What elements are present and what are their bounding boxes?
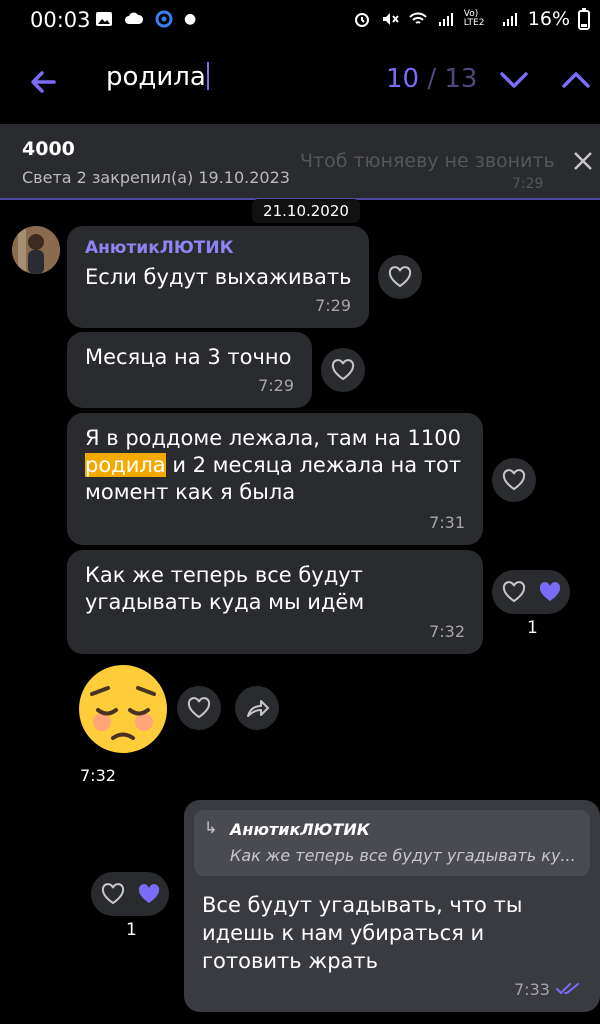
back-arrow-icon[interactable] xyxy=(24,62,64,102)
message-time: 7:32 xyxy=(429,622,465,641)
close-icon[interactable] xyxy=(570,148,596,174)
share-arrow-icon xyxy=(247,700,269,717)
message-text-line3: готовить жрать xyxy=(202,949,378,973)
message-text-line1: Как же теперь все будут xyxy=(85,563,363,587)
search-header: родила 10 / 13 xyxy=(0,40,600,124)
heart-icon xyxy=(187,697,211,719)
gallery-icon xyxy=(96,12,112,26)
message-text-line2: идешь к нам убираться и xyxy=(202,921,485,945)
message-text: Месяца на 3 точно xyxy=(85,345,292,369)
network-label: Vo) LTE2 xyxy=(463,9,485,28)
reaction-pill[interactable] xyxy=(91,872,169,916)
search-result-counter: 10 / 13 xyxy=(386,64,477,94)
reply-arrow-icon: ↳ xyxy=(204,818,218,837)
message-text-line2: угадывать куда мы идём xyxy=(85,590,365,614)
message-text-line2: родила и 2 месяца лежала на тот xyxy=(85,452,461,479)
search-separator: / xyxy=(427,64,437,94)
heart-icon xyxy=(388,266,412,288)
avatar[interactable] xyxy=(12,226,60,274)
message-text-line1: Все будут угадывать, что ты xyxy=(202,893,523,917)
double-check-icon xyxy=(556,983,579,995)
message-time: 7:29 xyxy=(258,376,294,395)
text-caret xyxy=(206,62,209,90)
message-text-rest: и 2 месяца лежала на тот xyxy=(165,453,462,477)
message-bubble[interactable]: Месяца на 3 точно 7:29 xyxy=(67,332,312,408)
reaction-pill[interactable] xyxy=(492,570,570,614)
search-total: 13 xyxy=(444,64,478,94)
like-button[interactable] xyxy=(321,348,365,392)
message-time: 7:31 xyxy=(429,513,465,532)
message-text: Если будут выхаживать xyxy=(85,265,352,289)
date-chip: 21.10.2020 xyxy=(252,199,360,223)
reply-quoted-text: Как же теперь все будут угадывать ку... xyxy=(230,846,576,865)
emoji-message-time: 7:32 xyxy=(80,766,116,785)
search-input[interactable]: родила xyxy=(106,62,209,92)
status-left-icons: ● xyxy=(94,9,196,29)
message-bubble[interactable]: АнютикЛЮТИК Если будут выхаживать 7:29 xyxy=(67,226,369,328)
signal-2-icon xyxy=(502,13,517,26)
pinned-subtitle: Света 2 закрепил(а) 19.10.2023 xyxy=(22,168,290,187)
forward-button[interactable] xyxy=(235,686,279,730)
pensive-face-emoji[interactable] xyxy=(78,664,168,754)
heart-icon xyxy=(502,581,526,603)
pinned-title: 4000 xyxy=(22,138,75,160)
search-query-text: родила xyxy=(106,62,206,92)
battery-icon xyxy=(578,8,590,30)
heart-icon xyxy=(502,469,526,491)
like-button[interactable] xyxy=(492,458,536,502)
search-current-index: 10 xyxy=(386,64,420,94)
reaction-count: 1 xyxy=(126,920,137,940)
status-bar: 00:03 ● Vo) LTE2 16% xyxy=(0,0,600,40)
dot-icon: ● xyxy=(184,11,197,27)
signal-icon xyxy=(438,13,453,26)
message-time: 7:29 xyxy=(315,296,351,315)
behind-message-time: 7:29 xyxy=(512,176,544,192)
message-bubble[interactable]: Я в роддоме лежала, там на 1100 родила и… xyxy=(67,413,483,545)
search-highlight: родила xyxy=(85,453,166,477)
at-sign-icon xyxy=(155,10,173,28)
outgoing-message-bubble[interactable]: ↳ АнютикЛЮТИК Как же теперь все будут уг… xyxy=(184,800,600,1012)
like-button[interactable] xyxy=(378,255,422,299)
heart-filled-icon xyxy=(138,884,160,903)
status-time: 00:03 xyxy=(30,8,91,32)
heart-icon xyxy=(331,359,355,381)
sender-name[interactable]: АнютикЛЮТИК xyxy=(85,238,234,258)
wifi-icon xyxy=(409,12,427,24)
message-text-line3: момент как я была xyxy=(85,480,296,504)
pinned-message-bar[interactable]: Чтоб тюняеву не звонить 4000 Света 2 зак… xyxy=(0,124,600,200)
battery-level: 16% xyxy=(527,8,570,30)
mute-icon xyxy=(382,13,399,25)
message-text-line1: Я в роддоме лежала, там на 1100 xyxy=(85,426,461,450)
alarm-icon xyxy=(354,13,369,27)
pinned-behind-text: Чтоб тюняеву не звонить xyxy=(300,150,555,172)
reaction-count: 1 xyxy=(527,618,538,638)
reply-quote[interactable]: ↳ АнютикЛЮТИК Как же теперь все будут уг… xyxy=(194,810,590,876)
message-bubble[interactable]: Как же теперь все будут угадывать куда м… xyxy=(67,550,483,654)
status-right-icons: Vo) LTE2 16% xyxy=(352,8,590,30)
prev-result-chevron-up-icon[interactable] xyxy=(556,60,596,100)
avatar-image xyxy=(12,226,60,274)
heart-icon xyxy=(101,883,125,905)
message-time: 7:33 xyxy=(514,980,550,999)
like-button[interactable] xyxy=(177,686,221,730)
next-result-chevron-down-icon[interactable] xyxy=(494,60,534,100)
reply-sender-name: АнютикЛЮТИК xyxy=(230,820,370,839)
cloud-icon xyxy=(125,12,144,24)
heart-filled-icon xyxy=(539,582,561,601)
